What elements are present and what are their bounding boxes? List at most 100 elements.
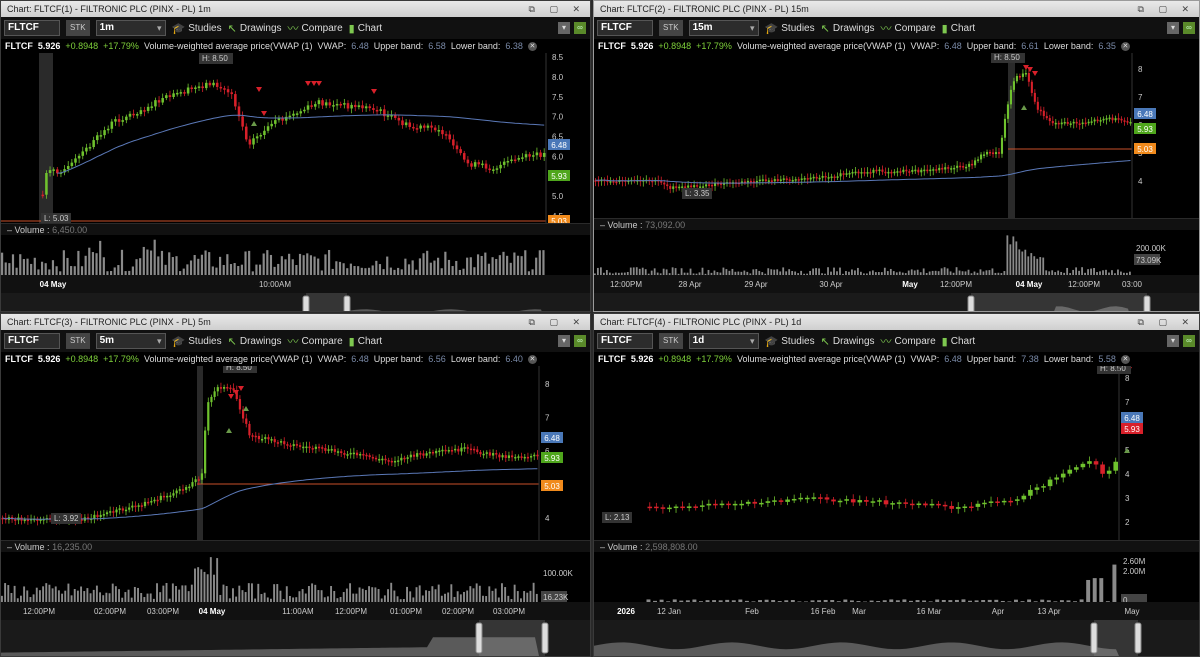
price-chart[interactable]: 87654H: 8.50L: 3.926.485.935.03 <box>1 366 591 540</box>
candle-body <box>708 184 711 186</box>
panel-title-bar[interactable]: Chart: FLTCF(3) - FILTRONIC PLC (PINX - … <box>1 314 590 330</box>
volume-bar <box>404 258 407 275</box>
volume-axis-tick: 2.60M <box>1123 557 1146 566</box>
price-chart[interactable]: 87654H: 8.50L: 3.356.485.935.03 <box>594 53 1200 218</box>
studies-button[interactable]: 🎓 Studies <box>765 335 815 348</box>
volume-bar <box>342 592 345 602</box>
dropdown-icon[interactable]: ▾ <box>1167 22 1179 34</box>
close-study-icon[interactable]: ✕ <box>527 41 537 51</box>
candle-body <box>333 449 336 452</box>
candle-body <box>208 82 212 86</box>
candle-body <box>827 177 830 179</box>
chart-type-button[interactable]: ▮ Chart <box>942 22 976 35</box>
candle-body <box>255 136 259 139</box>
panel-title-bar[interactable]: Chart: FLTCF(2) - FILTRONIC PLC (PINX - … <box>594 1 1199 17</box>
link-icon[interactable]: ∞ <box>574 22 586 34</box>
compare-button[interactable]: 〰 Compare <box>288 333 343 349</box>
drawings-button[interactable]: ↖ Drawings <box>228 335 282 348</box>
volume-bar <box>407 264 411 275</box>
price-chart[interactable]: 8765432H: 8.50L: 2.136.485.93 <box>594 366 1200 540</box>
volume-bar <box>247 583 250 602</box>
interval-select[interactable]: 1d <box>688 333 759 349</box>
volume-label: Volume <box>14 542 45 552</box>
volume-bar <box>488 586 491 602</box>
volume-bar <box>1040 599 1045 602</box>
volume-bar <box>934 270 937 275</box>
volume-bar <box>262 253 265 275</box>
volume-chart[interactable]: 200.00K 73.09K 12:00PM 28 Apr 29 Apr 30 Apr Ma… <box>594 230 1200 312</box>
volume-bar <box>255 264 258 275</box>
volume-bar <box>86 588 89 602</box>
studies-button[interactable]: 🎓 Studies <box>172 335 222 348</box>
dropdown-icon[interactable]: ▾ <box>1167 335 1179 347</box>
symbol-input[interactable]: FLTCF <box>597 333 653 349</box>
candle-body <box>1087 461 1092 464</box>
volume-bar <box>716 272 719 275</box>
studies-button[interactable]: 🎓 Studies <box>765 22 815 35</box>
volume-bar <box>1012 236 1015 275</box>
compare-button[interactable]: 〰 Compare <box>881 20 936 36</box>
volume-bar <box>257 583 260 602</box>
volume-bar <box>1069 273 1072 275</box>
link-icon[interactable]: ∞ <box>1183 22 1195 34</box>
price-chart[interactable]: 8.58.07.57.06.56.05.55.04.5H: 8.50L: 5.0… <box>1 53 591 223</box>
candle-body <box>1093 461 1099 465</box>
chart-type-button[interactable]: ▮ Chart <box>349 335 383 348</box>
close-study-icon[interactable]: ✕ <box>1120 41 1130 51</box>
volume-bar <box>845 271 847 275</box>
interval-select[interactable]: 5m <box>95 333 166 349</box>
candle-body <box>470 163 473 167</box>
symbol-input[interactable]: FLTCF <box>597 20 653 36</box>
drawings-button[interactable]: ↖ Drawings <box>821 335 875 348</box>
candle-body <box>175 92 179 95</box>
compare-button[interactable]: 〰 Compare <box>288 20 343 36</box>
volume-chart[interactable]: 2.60M2.00M02026 12 Jan Feb 16 Feb Mar 16 Mar A… <box>594 552 1200 656</box>
compare-button[interactable]: 〰 Compare <box>881 333 936 349</box>
drawings-button[interactable]: ↖ Drawings <box>228 22 282 35</box>
window-controls[interactable]: ⧉ ▢ ✕ <box>529 1 586 17</box>
close-study-icon[interactable]: ✕ <box>527 354 537 364</box>
volume-bar <box>73 589 76 602</box>
panel-title-bar[interactable]: Chart: FLTCF(4) - FILTRONIC PLC (PINX - … <box>594 314 1199 330</box>
volume-chart[interactable]: 100.00K 16.23K 12:00PM 02:00PM 03:00PM 04 May… <box>1 552 591 656</box>
candle-body <box>1067 469 1073 474</box>
volume-chart[interactable]: 04 May 10:00AM <box>1 235 591 312</box>
volume-bar <box>8 263 11 275</box>
candle-body <box>844 499 849 501</box>
interval-select[interactable]: 1m <box>95 20 166 36</box>
window-controls[interactable]: ⧉ ▢ ✕ <box>1138 1 1195 17</box>
chart-type-button[interactable]: ▮ Chart <box>942 335 976 348</box>
candle-body <box>368 106 372 109</box>
dropdown-icon[interactable]: ▾ <box>558 22 570 34</box>
candle-body <box>788 179 791 181</box>
symbol-input[interactable]: FLTCF <box>4 20 60 36</box>
panel-title-bar[interactable]: Chart: FLTCF(1) - FILTRONIC PLC (PINX - … <box>1 1 590 17</box>
candle-body <box>204 430 207 474</box>
close-study-icon[interactable]: ✕ <box>1120 354 1130 364</box>
volume-bar <box>538 250 541 275</box>
volume-bar <box>974 600 979 602</box>
candle-body <box>977 159 980 161</box>
chart-type-button[interactable]: ▮ Chart <box>349 22 383 35</box>
drawings-button[interactable]: ↖ Drawings <box>821 22 875 35</box>
candle-body <box>1114 118 1117 121</box>
candle-body <box>831 499 836 502</box>
volume-bar <box>981 600 986 602</box>
candle-body <box>200 473 204 480</box>
link-icon[interactable]: ∞ <box>574 335 586 347</box>
dropdown-icon[interactable]: ▾ <box>558 335 570 347</box>
volume-bar <box>411 260 414 275</box>
link-icon[interactable]: ∞ <box>1183 335 1195 347</box>
volume-header: – Volume : 16,235.00 <box>1 540 590 552</box>
window-controls[interactable]: ⧉ ▢ ✕ <box>1138 314 1195 330</box>
symbol-input[interactable]: FLTCF <box>4 333 60 349</box>
candle-body <box>213 391 216 397</box>
candle-body <box>1105 118 1108 120</box>
window-controls[interactable]: ⧉ ▢ ✕ <box>529 314 586 330</box>
interval-select[interactable]: 15m <box>688 20 759 36</box>
volume-bar <box>57 590 60 602</box>
volume-bar <box>137 587 139 602</box>
candle-body <box>96 514 99 518</box>
sell-marker <box>261 111 267 116</box>
studies-button[interactable]: 🎓 Studies <box>172 22 222 35</box>
